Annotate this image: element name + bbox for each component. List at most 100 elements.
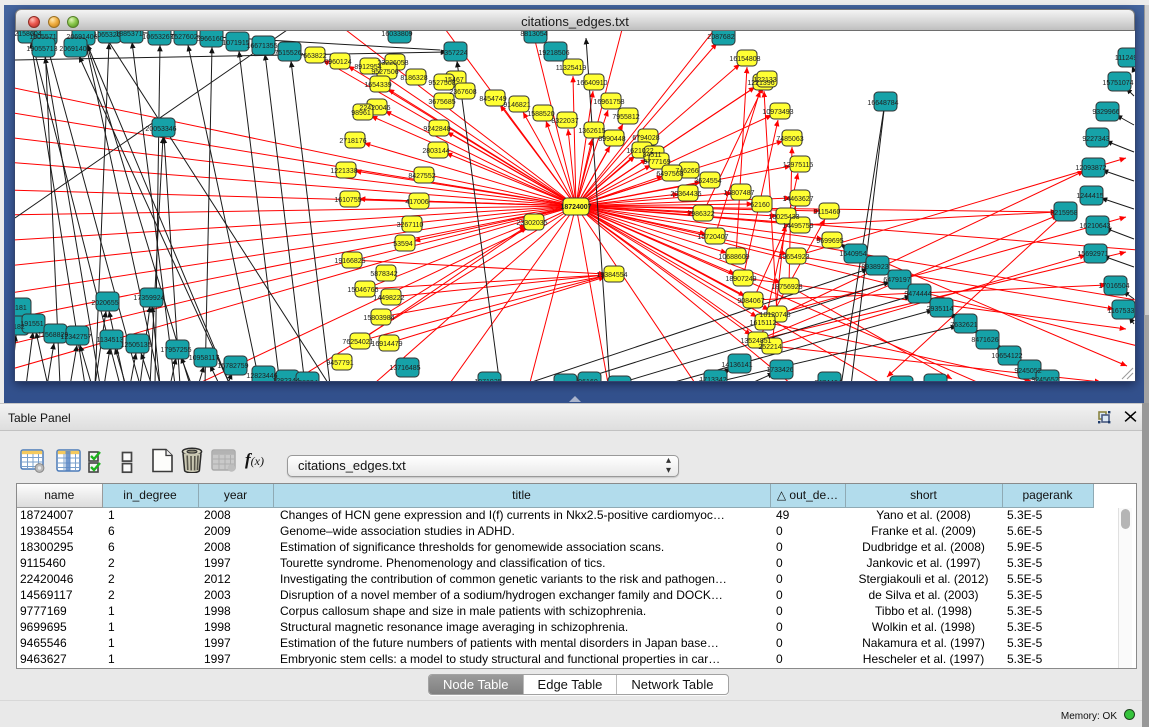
svg-text:8186328: 8186328 <box>400 75 427 82</box>
svg-text:19384554: 19384554 <box>596 272 627 279</box>
svg-text:8322037: 8322037 <box>551 118 578 125</box>
svg-text:3624554: 3624554 <box>694 178 721 185</box>
svg-text:23226058: 23226058 <box>377 60 408 67</box>
svg-text:1244415: 1244415 <box>1076 193 1103 200</box>
svg-text:12093872: 12093872 <box>1075 165 1106 172</box>
svg-text:10973493: 10973493 <box>762 109 793 116</box>
svg-text:1640954: 1640954 <box>839 251 866 258</box>
svg-text:5878342: 5878342 <box>370 271 397 278</box>
svg-text:10958117: 10958117 <box>189 355 220 362</box>
svg-text:9699695: 9699695 <box>816 238 843 245</box>
svg-text:3675685: 3675685 <box>428 99 455 106</box>
svg-text:1615112: 1615112 <box>750 320 777 327</box>
svg-text:16640910: 16640910 <box>576 80 607 87</box>
svg-text:7632621: 7632621 <box>950 322 977 329</box>
svg-text:9227343: 9227343 <box>1082 136 1109 143</box>
svg-text:19654923: 19654923 <box>778 254 809 261</box>
svg-text:6479197: 6479197 <box>883 277 910 284</box>
svg-text:15751074: 15751074 <box>1102 80 1133 87</box>
svg-text:8471626: 8471626 <box>971 337 998 344</box>
svg-text:6794028: 6794028 <box>632 135 659 142</box>
svg-text:9474464: 9474464 <box>814 380 841 381</box>
svg-text:9527508: 9527508 <box>428 80 455 87</box>
svg-text:7515526: 7515526 <box>274 50 301 57</box>
svg-text:16033809: 16033809 <box>381 31 412 38</box>
svg-text:10653267: 10653267 <box>142 34 173 41</box>
svg-text:2718176: 2718176 <box>339 138 366 145</box>
svg-text:2020655: 2020655 <box>91 300 118 307</box>
svg-text:7485063: 7485063 <box>776 136 803 143</box>
svg-text:98961: 98961 <box>351 110 371 117</box>
svg-text:7986322: 7986322 <box>687 211 714 218</box>
svg-text:1112491: 1112491 <box>1115 55 1135 62</box>
svg-text:12342757: 12342757 <box>60 334 91 341</box>
svg-text:9329966: 9329966 <box>1092 109 1119 116</box>
svg-text:8215958: 8215958 <box>1050 210 1077 217</box>
svg-text:2367608: 2367608 <box>449 89 476 96</box>
svg-text:9245052: 9245052 <box>1014 368 1041 375</box>
svg-text:7357224: 7357224 <box>440 50 467 57</box>
svg-text:417006: 417006 <box>405 199 428 206</box>
svg-text:8912954: 8912954 <box>354 64 381 71</box>
svg-text:17359924: 17359924 <box>133 295 164 302</box>
svg-text:1167533: 1167533 <box>1108 308 1135 315</box>
svg-text:53181: 53181 <box>15 305 27 312</box>
svg-text:1527602: 1527602 <box>170 34 197 41</box>
svg-text:10688609: 10688609 <box>718 254 749 261</box>
svg-text:53594: 53594 <box>393 241 413 248</box>
svg-text:16154808: 16154808 <box>729 56 760 63</box>
svg-text:12975115: 12975115 <box>783 162 814 169</box>
svg-text:15720407: 15720407 <box>697 234 728 241</box>
svg-text:252214: 252214 <box>758 344 781 351</box>
svg-text:10807487: 10807487 <box>723 190 754 197</box>
svg-text:2935114: 2935114 <box>927 306 954 313</box>
svg-text:9115460: 9115460 <box>814 209 841 216</box>
svg-text:23302035: 23302035 <box>516 220 547 227</box>
svg-text:9457791: 9457791 <box>326 360 353 367</box>
svg-text:8990448: 8990448 <box>598 136 625 143</box>
svg-text:14495759: 14495759 <box>782 223 813 230</box>
svg-text:13716485: 13716485 <box>389 365 420 372</box>
svg-text:1905571: 1905571 <box>29 34 56 41</box>
svg-text:19218506: 19218506 <box>538 50 569 57</box>
svg-text:1588520: 1588520 <box>527 111 554 118</box>
svg-text:19166825: 19166825 <box>334 258 365 265</box>
svg-text:19055713: 19055713 <box>26 46 57 53</box>
svg-text:2803144: 2803144 <box>422 148 449 155</box>
svg-text:15046766: 15046766 <box>347 287 378 294</box>
svg-text:8427552: 8427552 <box>408 173 435 180</box>
svg-text:15692971: 15692971 <box>1077 251 1108 258</box>
svg-text:9474444: 9474444 <box>904 291 931 298</box>
svg-text:14463627: 14463627 <box>782 196 813 203</box>
svg-text:16210643: 16210643 <box>1079 223 1110 230</box>
svg-text:18724007: 18724007 <box>560 204 591 211</box>
svg-text:1071935: 1071935 <box>474 379 501 381</box>
svg-text:1733426: 1733426 <box>766 367 793 374</box>
svg-text:96160: 96160 <box>578 379 598 381</box>
svg-text:62160: 62160 <box>750 202 770 209</box>
svg-text:11325419: 11325419 <box>556 65 587 72</box>
svg-text:8938923: 8938923 <box>861 264 888 271</box>
svg-text:10025433: 10025433 <box>768 214 799 221</box>
svg-text:16961758: 16961758 <box>593 99 624 106</box>
svg-text:6497568: 6497568 <box>656 171 683 178</box>
svg-text:14498222: 14498222 <box>373 295 404 302</box>
svg-text:16914479: 16914479 <box>371 341 402 348</box>
svg-text:7955812: 7955812 <box>612 114 639 121</box>
svg-text:18907249: 18907249 <box>725 276 756 283</box>
svg-text:122133: 122133 <box>753 77 776 84</box>
svg-text:10654122: 10654122 <box>991 353 1022 360</box>
svg-text:34511: 34511 <box>643 152 662 159</box>
svg-text:16671355: 16671355 <box>246 43 277 50</box>
svg-text:1221338: 1221338 <box>330 168 357 175</box>
svg-text:7663822: 7663822 <box>299 53 326 60</box>
svg-text:9146821: 9146821 <box>503 102 530 109</box>
svg-text:16120746: 16120746 <box>759 312 790 319</box>
svg-text:17016504: 17016504 <box>1098 283 1129 290</box>
svg-text:191551: 191551 <box>20 321 43 328</box>
svg-text:8960124: 8960124 <box>324 59 351 66</box>
svg-text:3267110: 3267110 <box>397 222 424 229</box>
svg-text:9245652: 9245652 <box>1031 377 1058 381</box>
svg-text:14136141: 14136141 <box>721 362 752 369</box>
svg-text:16782759: 16782759 <box>217 363 248 370</box>
